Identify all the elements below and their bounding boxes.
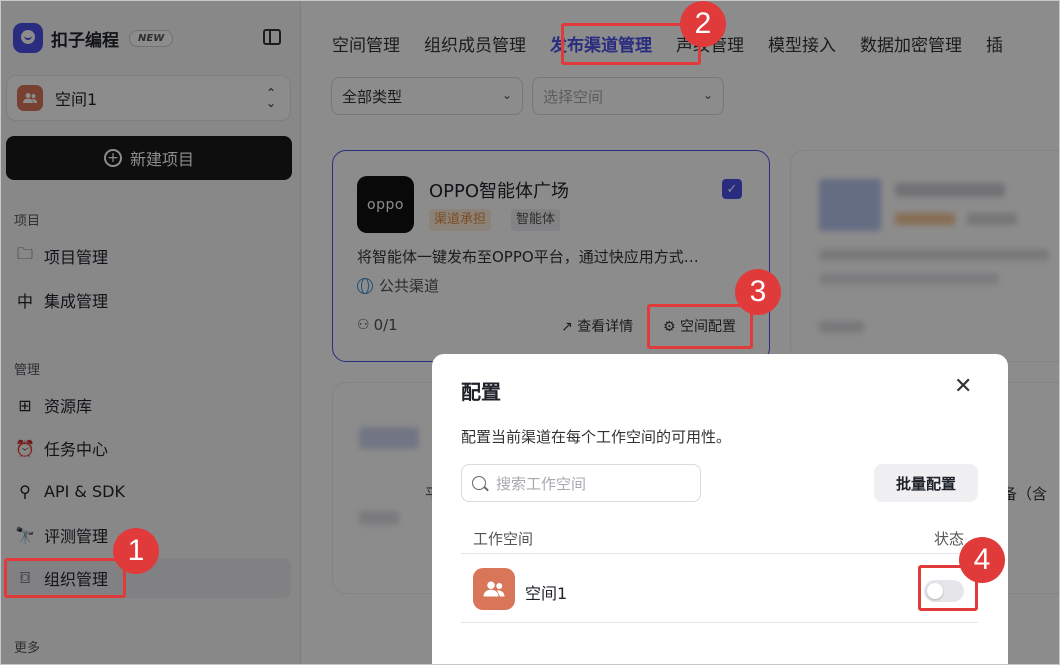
annotation-number: 4 [959, 537, 1005, 583]
column-header-workspace: 工作空间 [473, 530, 534, 548]
search-workspace-input[interactable]: 搜索工作空间 [461, 464, 701, 502]
annotation-number: 2 [680, 1, 726, 47]
search-icon [472, 476, 486, 490]
workspace-name: 空间1 [525, 584, 568, 603]
table-divider [461, 622, 978, 623]
search-placeholder: 搜索工作空间 [496, 474, 587, 493]
workspace-avatar [473, 568, 515, 610]
config-modal: 配置 ✕ 配置当前渠道在每个工作空间的可用性。 搜索工作空间 批量配置 工作空间… [432, 354, 1008, 664]
app-window: 扣子编程 NEW 空间1 ⌃ ⌄ + 新建项目 项目 🗀 项目管理 中 集成管理 … [0, 0, 1060, 665]
annotation-highlight-config [647, 304, 753, 349]
annotation-highlight-org [4, 558, 126, 598]
annotation-number: 3 [735, 269, 781, 315]
batch-config-button[interactable]: 批量配置 [874, 464, 978, 502]
close-icon[interactable]: ✕ [954, 374, 972, 399]
table-divider [461, 553, 978, 554]
modal-description: 配置当前渠道在每个工作空间的可用性。 [461, 428, 732, 446]
modal-title: 配置 [461, 380, 501, 404]
annotation-number: 1 [113, 528, 159, 574]
column-header-status: 状态 [934, 530, 965, 548]
